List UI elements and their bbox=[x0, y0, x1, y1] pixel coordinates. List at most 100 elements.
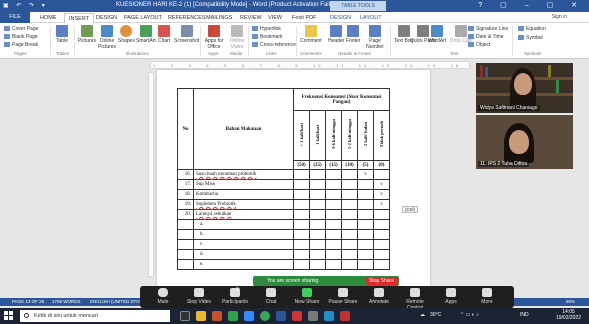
paste-options-tag[interactable]: (Ctrl) bbox=[402, 206, 418, 213]
table-row[interactable]: 18. Kombucha v bbox=[177, 189, 390, 200]
food-name[interactable]: Kombucha bbox=[193, 189, 294, 200]
frequency-mark-cell[interactable] bbox=[357, 189, 374, 200]
frequency-mark-cell[interactable] bbox=[357, 219, 374, 230]
frequency-mark-cell[interactable] bbox=[373, 239, 390, 250]
frequency-mark-cell[interactable] bbox=[309, 199, 326, 210]
office-icon[interactable] bbox=[212, 311, 222, 321]
tab-references[interactable]: REFERENCES bbox=[168, 13, 206, 23]
equation-button[interactable]: Equation bbox=[518, 26, 546, 32]
cover-page-button[interactable]: Cover Page bbox=[4, 26, 38, 32]
frequency-mark-cell[interactable] bbox=[373, 249, 390, 260]
frequency-mark-cell[interactable] bbox=[357, 179, 374, 190]
frequency-mark-cell[interactable] bbox=[309, 219, 326, 230]
tray-icons[interactable]: ⌃ ▭ ◐ ♪ bbox=[460, 312, 479, 318]
weather-icon[interactable]: ☁ bbox=[420, 312, 425, 318]
wordart-button[interactable]: WordArt bbox=[428, 25, 446, 44]
frequency-mark-cell[interactable] bbox=[293, 219, 310, 230]
screenshot-button[interactable]: Screenshot bbox=[174, 25, 199, 44]
pdf-app-icon[interactable] bbox=[292, 311, 302, 321]
frequency-mark-cell[interactable] bbox=[325, 179, 342, 190]
tab-page-layout[interactable]: PAGE LAYOUT bbox=[124, 13, 162, 23]
table-row[interactable]: 19. Suplemen Probiotik v bbox=[177, 199, 390, 210]
frequency-mark-cell[interactable] bbox=[341, 179, 358, 190]
signature-line-button[interactable]: Signature Line bbox=[468, 26, 508, 32]
footer-button[interactable]: Footer bbox=[346, 25, 360, 44]
frequency-mark-cell[interactable] bbox=[293, 199, 310, 210]
zoom-app-icon[interactable] bbox=[244, 311, 254, 321]
stop-video-button[interactable]: Stop Video bbox=[182, 288, 216, 305]
frequency-mark-cell[interactable] bbox=[325, 219, 342, 230]
table-row[interactable]: a. bbox=[177, 219, 390, 230]
frequency-mark-cell[interactable] bbox=[325, 169, 342, 180]
frequency-mark-cell[interactable] bbox=[325, 239, 342, 250]
excel-icon[interactable] bbox=[228, 311, 238, 321]
frequency-mark-cell[interactable] bbox=[293, 249, 310, 260]
page-count[interactable]: PAGE 13 OF 25 bbox=[12, 298, 44, 306]
weather-temp[interactable]: 30°C bbox=[430, 312, 441, 318]
document-page[interactable]: No Bahan Makanan Frekuensi Konsumsi (Sko… bbox=[157, 70, 430, 286]
frequency-mark-cell[interactable] bbox=[341, 169, 358, 180]
comment-button[interactable]: Comment bbox=[300, 25, 322, 44]
apps-button[interactable]: Apps bbox=[434, 288, 468, 305]
apps-for-office-button[interactable]: Apps for Office bbox=[202, 25, 226, 50]
frequency-mark-cell[interactable] bbox=[357, 199, 374, 210]
tab-view[interactable]: VIEW bbox=[268, 13, 282, 23]
stop-share-banner-button[interactable]: Stop Share bbox=[365, 277, 397, 285]
frequency-mark-cell[interactable] bbox=[293, 259, 310, 270]
frequency-mark-cell[interactable] bbox=[325, 199, 342, 210]
app-icon[interactable] bbox=[340, 311, 350, 321]
participants-button[interactable]: Participants bbox=[218, 288, 252, 305]
sign-in-link[interactable]: Sign in bbox=[552, 14, 567, 20]
tab-file[interactable]: FILE bbox=[0, 12, 30, 23]
food-name[interactable]: Susu buah minuman probiotik bbox=[193, 169, 294, 180]
food-name[interactable]: Lainnya sebutkan bbox=[193, 209, 294, 220]
frequency-mark-cell[interactable] bbox=[293, 189, 310, 200]
frequency-mark-cell[interactable]: v bbox=[373, 189, 390, 200]
input-language[interactable]: IND bbox=[520, 312, 529, 318]
food-name[interactable]: e. bbox=[193, 259, 294, 270]
frequency-mark-cell[interactable] bbox=[341, 209, 358, 220]
table-row[interactable]: b. bbox=[177, 229, 390, 240]
frequency-mark-cell[interactable] bbox=[341, 229, 358, 240]
frequency-mark-cell[interactable] bbox=[373, 169, 390, 180]
frequency-mark-cell[interactable] bbox=[341, 189, 358, 200]
frequency-mark-cell[interactable] bbox=[357, 259, 374, 270]
frequency-mark-cell[interactable]: v bbox=[357, 169, 374, 180]
quick-access-toolbar[interactable]: ▣ ↶ ↷ ▾ bbox=[3, 2, 48, 9]
app-icon[interactable] bbox=[324, 311, 334, 321]
horizontal-ruler[interactable]: 1 · 2 · 3 · 4 · 5 · 6 · 7 · 8 · 9 · 10 ·… bbox=[150, 61, 470, 69]
frequency-mark-cell[interactable] bbox=[325, 189, 342, 200]
frequency-mark-cell[interactable] bbox=[373, 229, 390, 240]
frequency-mark-cell[interactable] bbox=[341, 239, 358, 250]
frequency-mark-cell[interactable] bbox=[325, 249, 342, 260]
frequency-mark-cell[interactable] bbox=[373, 209, 390, 220]
food-name[interactable]: c. bbox=[193, 239, 294, 250]
food-name[interactable]: Sup Miso bbox=[193, 179, 294, 190]
cross-reference-button[interactable]: Cross-reference bbox=[252, 42, 296, 48]
food-name[interactable]: d. bbox=[193, 249, 294, 260]
frequency-mark-cell[interactable] bbox=[293, 239, 310, 250]
vertical-ruler[interactable] bbox=[148, 72, 154, 277]
frequency-mark-cell[interactable] bbox=[293, 169, 310, 180]
frequency-mark-cell[interactable]: v bbox=[373, 179, 390, 190]
food-name[interactable]: Suplemen Probiotik bbox=[193, 199, 294, 210]
chat-button[interactable]: Chat bbox=[254, 288, 288, 305]
pictures-button[interactable]: Pictures bbox=[78, 25, 96, 44]
video-tile-2[interactable]: 11. IPS 2 Tuha Difitra bbox=[476, 115, 573, 169]
bookmark-button[interactable]: Bookmark bbox=[252, 34, 283, 40]
page-break-button[interactable]: Page Break bbox=[4, 42, 38, 48]
frequency-mark-cell[interactable] bbox=[325, 209, 342, 220]
online-pictures-button[interactable]: Online Pictures bbox=[98, 25, 116, 50]
header-button[interactable]: Header bbox=[328, 25, 344, 44]
taskbar-clock[interactable]: 14:05 19/02/2022 bbox=[556, 309, 581, 321]
taskbar-search-box[interactable]: Ketik di sini untuk mencari bbox=[20, 310, 170, 322]
frequency-mark-cell[interactable] bbox=[325, 259, 342, 270]
frequency-mark-cell[interactable] bbox=[293, 179, 310, 190]
page-number-button[interactable]: Page Number bbox=[364, 25, 386, 50]
more-button[interactable]: More bbox=[470, 288, 504, 305]
table-button[interactable]: Table bbox=[56, 25, 68, 44]
word-count[interactable]: 1788 WORDS bbox=[52, 298, 81, 306]
smartart-button[interactable]: SmartArt bbox=[136, 25, 156, 44]
hyperlink-button[interactable]: Hyperlink bbox=[252, 26, 281, 32]
frequency-mark-cell[interactable] bbox=[341, 259, 358, 270]
